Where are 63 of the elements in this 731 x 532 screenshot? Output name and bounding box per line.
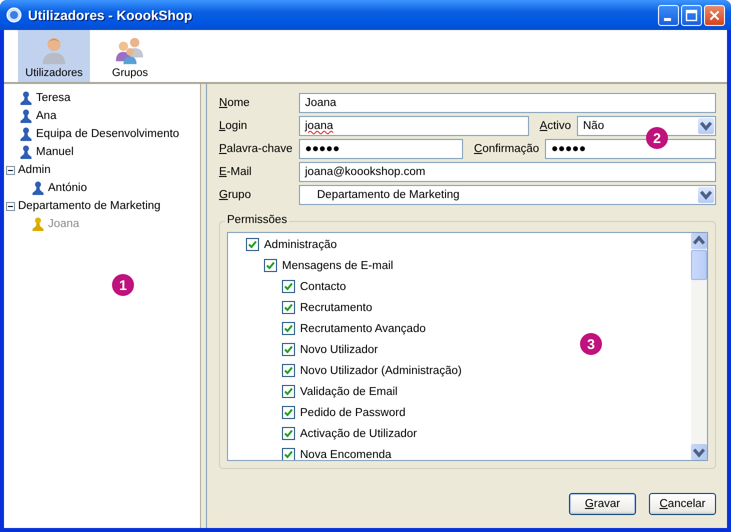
group-icon	[115, 35, 145, 65]
checkbox[interactable]	[282, 427, 295, 440]
checkbox[interactable]	[282, 280, 295, 293]
tree-item[interactable]: Manuel	[36, 146, 74, 158]
input-field[interactable]: joana@koookshop.com	[299, 162, 716, 182]
checkbox[interactable]	[282, 448, 295, 460]
user-icon	[32, 181, 44, 195]
cancel-button[interactable]: Cancelar	[649, 493, 716, 515]
permission-label: Contacto	[300, 280, 346, 292]
tree-item[interactable]: Equipa de Desenvolvimento	[36, 128, 180, 140]
user-icon	[20, 145, 32, 159]
field-label: Palavra-chave	[219, 143, 294, 155]
permission-label: Novo Utilizador	[300, 344, 378, 356]
toolbar-button[interactable]: Grupos	[94, 30, 166, 82]
user-icon	[32, 217, 44, 231]
window-title: Utilizadores - KoookShop	[28, 8, 194, 22]
checkbox[interactable]	[282, 364, 295, 377]
scrollbar[interactable]	[691, 233, 707, 460]
input-field[interactable]: joana	[299, 116, 529, 136]
checkbox[interactable]	[282, 301, 295, 314]
maximize-button[interactable]	[681, 4, 702, 26]
close-button[interactable]	[704, 4, 725, 26]
checkbox[interactable]	[264, 259, 277, 272]
checkbox[interactable]	[282, 406, 295, 419]
field-label: Login	[219, 120, 248, 132]
save-button[interactable]: Gravar	[569, 493, 636, 515]
dropdown[interactable]: Departamento de Marketing	[299, 185, 716, 205]
tree-item[interactable]: Ana	[36, 110, 56, 122]
user-icon	[20, 127, 32, 141]
input-field[interactable]: Joana	[299, 93, 716, 113]
checkbox[interactable]	[282, 343, 295, 356]
password-field[interactable]: ●●●●●	[299, 139, 463, 159]
user-icon	[20, 91, 32, 105]
permission-label: Recrutamento	[300, 302, 372, 314]
permission-label: Validação de Email	[300, 386, 398, 398]
field-label: Nome	[219, 97, 251, 109]
permission-label: Pedido de Password	[300, 406, 406, 418]
minimize-icon	[664, 18, 671, 20]
tree-item[interactable]: António	[48, 182, 88, 194]
checkbox[interactable]	[282, 322, 295, 335]
collapse-icon[interactable]	[6, 166, 15, 174]
minimize-button[interactable]	[658, 4, 679, 26]
checkbox[interactable]	[246, 238, 259, 251]
group-title: Permissões	[225, 214, 290, 226]
tree-item[interactable]: Teresa	[36, 92, 71, 104]
scrollbar-thumb[interactable]	[691, 250, 707, 280]
permission-label: Administração	[264, 238, 337, 250]
permission-label: Activação de Utilizador	[300, 428, 417, 440]
collapse-icon[interactable]	[6, 202, 15, 210]
field-label: E-Mail	[219, 166, 253, 178]
field-label: Activo	[540, 120, 571, 132]
permission-label: Mensagens de E-mail	[282, 260, 394, 272]
toolbar-button[interactable]: Utilizadores	[18, 30, 90, 82]
user-icon	[20, 109, 32, 123]
permission-label: Novo Utilizador (Administração)	[300, 364, 462, 376]
tree-item[interactable]: Departamento de Marketing	[18, 200, 161, 212]
app-icon	[6, 7, 22, 23]
checkbox[interactable]	[282, 385, 295, 398]
tree-item[interactable]: Admin	[18, 164, 51, 176]
permission-label: Recrutamento Avançado	[300, 322, 426, 334]
field-label: Confirmação	[474, 143, 540, 155]
field-label: Grupo	[219, 189, 252, 201]
permission-label: Nova Encomenda	[300, 448, 392, 460]
